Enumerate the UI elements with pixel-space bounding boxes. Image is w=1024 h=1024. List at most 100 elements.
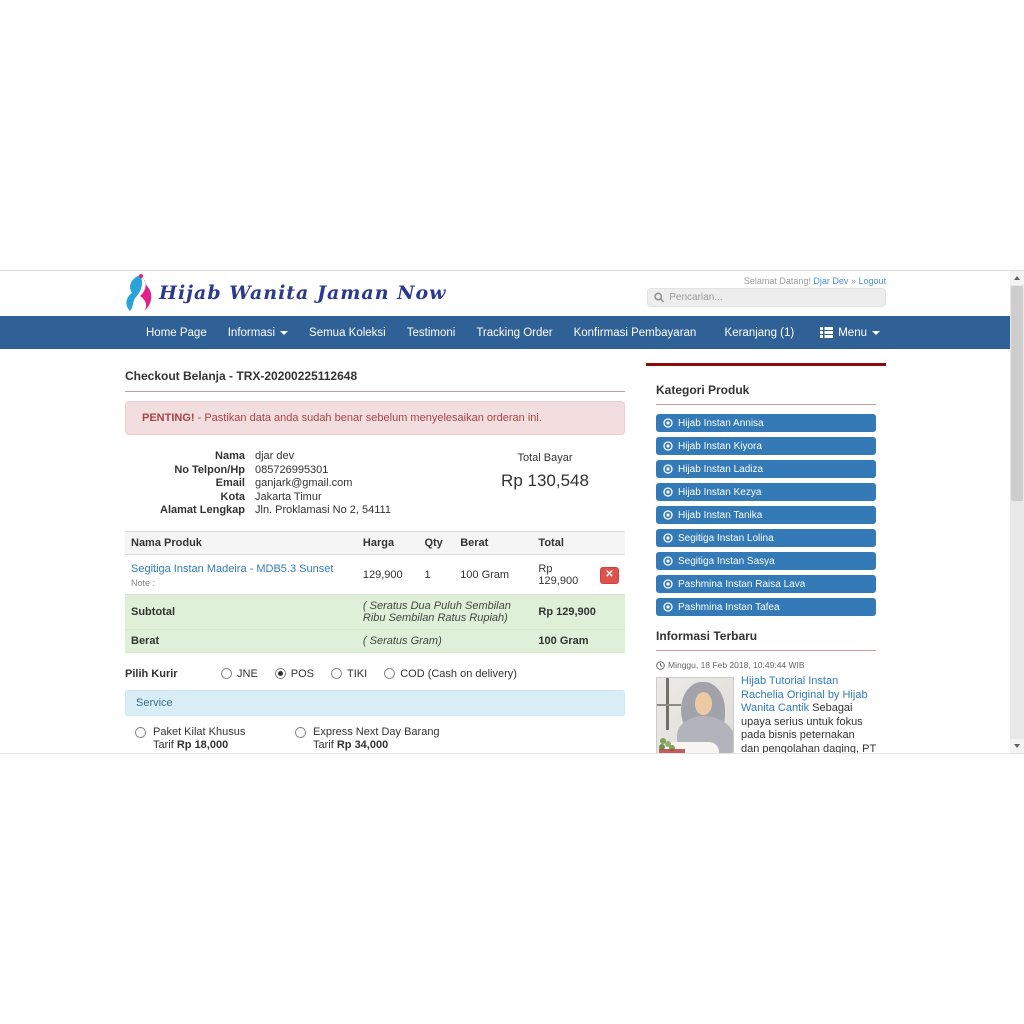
radio-checked-icon[interactable] (274, 668, 286, 679)
estimasi-label: Estimasi sampai (313, 753, 393, 754)
product-note: Note : (131, 577, 156, 588)
service-kilat-estimasi: Estimasi sampai 1-2 HARI hari (153, 753, 283, 754)
nav-home-page[interactable]: Home Page (146, 327, 207, 339)
radio-icon[interactable] (135, 726, 146, 738)
sidebar-item-segitiga-instan-lolina[interactable]: Segitiga Instan Lolina (656, 529, 876, 547)
circle-dot-icon (663, 556, 673, 566)
customer-fields: Nama djar dev No Telpon/Hp 085726995301 … (125, 450, 470, 518)
logout-link[interactable]: Logout (858, 276, 886, 286)
product-link[interactable]: Segitiga Instan Madeira - MDB5.3 Sunset (131, 563, 333, 575)
sidebar-item-hijab-instan-kezya[interactable]: Hijab Instan Kezya (656, 483, 876, 501)
sidebar-item-segitiga-instan-sasya[interactable]: Segitiga Instan Sasya (656, 552, 876, 570)
site-logo[interactable]: Hijab Wanita Jaman Now (120, 273, 447, 313)
delete-item-button[interactable]: ✕ (599, 566, 619, 584)
circle-dot-icon (663, 418, 673, 428)
cart-table: Nama Produk Harga Qty Berat Total Segiti… (125, 530, 625, 653)
sidebar-item-hijab-instan-ladiza[interactable]: Hijab Instan Ladiza (656, 460, 876, 478)
chevron-down-icon (872, 330, 880, 335)
service-option-express[interactable]: Express Next Day Barang Tarif Rp 34,000 … (295, 725, 525, 754)
main-navbar: Home Page Informasi Semua Koleksi Testim… (0, 316, 1010, 349)
subtotal-value: Rp 129,900 (532, 594, 625, 630)
service-express-body: Express Next Day Barang Tarif Rp 34,000 … (313, 725, 455, 754)
delete-icon: ✕ (605, 569, 614, 580)
kurir-option-tiki[interactable]: TIKI (331, 668, 367, 680)
scroll-down-button[interactable] (1010, 739, 1024, 753)
product-harga-cell: 129,900 (356, 554, 419, 595)
nav-konfirmasi-pembayaran[interactable]: Konfirmasi Pembayaran (574, 327, 697, 339)
total-bayar-value: Rp 130,548 (501, 471, 589, 490)
kategori-label: Hijab Instan Annisa (678, 417, 764, 429)
field-value-alamat: Jln. Proklamasi No 2, 54111 (255, 504, 391, 516)
nav-informasi[interactable]: Informasi (227, 326, 289, 339)
service-express-tarif: Tarif Rp 34,000 (313, 739, 455, 753)
logo-hijab-icon (126, 274, 152, 311)
article-date-row: Minggu, 18 Feb 2018, 10:49:44 WIB (656, 660, 876, 670)
kategori-label: Hijab Instan Ladiza (678, 463, 764, 475)
product-name-cell: Segitiga Instan Madeira - MDB5.3 Sunset … (125, 554, 357, 595)
clock-icon (656, 660, 665, 670)
radio-icon[interactable] (221, 668, 232, 679)
article-thumbnail[interactable] (656, 677, 734, 753)
nav-semua-koleksi[interactable]: Semua Koleksi (309, 327, 386, 339)
nav-home-page-label: Home Page (146, 326, 207, 339)
scrollbar-thumb[interactable] (1011, 286, 1023, 501)
service-option-kilat[interactable]: Paket Kilat Khusus Tarif Rp 18,000 Estim… (135, 725, 295, 754)
search-input[interactable] (669, 292, 879, 303)
kurir-option-jne[interactable]: JNE (221, 668, 258, 680)
sidebar-item-pashmina-instan-raisa-lava[interactable]: Pashmina Instan Raisa Lava (656, 575, 876, 593)
service-kilat-name: Paket Kilat Khusus (153, 725, 246, 738)
user-link[interactable]: Djar Dev (813, 276, 848, 286)
kategori-label: Hijab Instan Kiyora (678, 440, 762, 452)
col-qty: Qty (418, 530, 455, 555)
chevron-up-icon (1014, 276, 1020, 280)
nav-konfirmasi-pembayaran-label: Konfirmasi Pembayaran (573, 326, 697, 339)
sidebar-item-pashmina-instan-tafea[interactable]: Pashmina Instan Tafea (656, 598, 876, 616)
subtotal-label: Subtotal (125, 594, 357, 630)
radio-icon[interactable] (384, 668, 396, 679)
sidebar-item-hijab-instan-kiyora[interactable]: Hijab Instan Kiyora (656, 437, 876, 455)
service-express-name: Express Next Day Barang (313, 725, 440, 738)
col-harga: Harga (356, 530, 419, 555)
nav-testimoni-label: Testimoni (406, 326, 456, 339)
kurir-jne-label: JNE (237, 667, 258, 680)
vertical-scrollbar[interactable] (1010, 271, 1024, 753)
alert-text: - Pastikan data anda sudah benar sebelum… (197, 412, 542, 424)
berat-words: ( Seratus Gram) (356, 629, 533, 653)
scroll-up-button[interactable] (1010, 271, 1024, 285)
product-total-cell: Rp 129,900 (532, 554, 594, 595)
nav-tracking-order[interactable]: Tracking Order (476, 327, 552, 339)
nav-informasi-label: Informasi (227, 326, 276, 339)
brand-name: Hijab Wanita Jaman Now (159, 282, 447, 304)
kategori-label: Hijab Instan Kezya (678, 486, 762, 498)
total-bayar-label: Total Bayar (517, 452, 573, 464)
nav-testimoni[interactable]: Testimoni (407, 327, 456, 339)
pilih-kurir-row: Pilih Kurir JNE POS TIKI COD (Cash on de… (125, 668, 625, 680)
nav-tracking-order-label: Tracking Order (476, 326, 553, 339)
circle-dot-icon (663, 441, 673, 451)
menu-button[interactable]: Menu (820, 327, 880, 339)
service-kilat-tarif: Tarif Rp 18,000 (153, 739, 283, 753)
cart-link[interactable]: Keranjang (1) (725, 327, 795, 339)
sidebar-item-hijab-instan-annisa[interactable]: Hijab Instan Annisa (656, 414, 876, 432)
radio-icon[interactable] (295, 726, 306, 738)
kategori-label: Pashmina Instan Raisa Lava (678, 578, 806, 590)
kurir-tiki-label: TIKI (347, 667, 368, 680)
sidebar-card: Kategori Produk Hijab Instan Annisa Hija… (646, 366, 886, 753)
kurir-cod-label: COD (Cash on delivery) (400, 667, 517, 680)
kurir-option-pos[interactable]: POS (274, 668, 314, 680)
welcome-text: Selamat Datang! Djar Dev » Logout (744, 276, 886, 286)
field-value-nama: djar dev (255, 450, 295, 462)
service-header: Service (125, 689, 625, 716)
customer-info-section: Nama djar dev No Telpon/Hp 085726995301 … (125, 450, 625, 518)
product-berat-cell: 100 Gram (454, 554, 533, 595)
berat-value: 100 Gram (532, 629, 625, 653)
estimasi-value: 1 HARI hari (396, 753, 455, 754)
field-value-email: ganjark@gmail.com (255, 477, 353, 489)
radio-icon[interactable] (331, 668, 343, 679)
tarif-label: Tarif (313, 739, 334, 751)
sidebar-item-hijab-instan-tanika[interactable]: Hijab Instan Tanika (656, 506, 876, 524)
thumb-watermark (659, 749, 685, 753)
col-action (593, 530, 625, 555)
kurir-option-cod[interactable]: COD (Cash on delivery) (384, 668, 517, 680)
page-title: Checkout Belanja - TRX-20200225112648 (125, 369, 625, 392)
